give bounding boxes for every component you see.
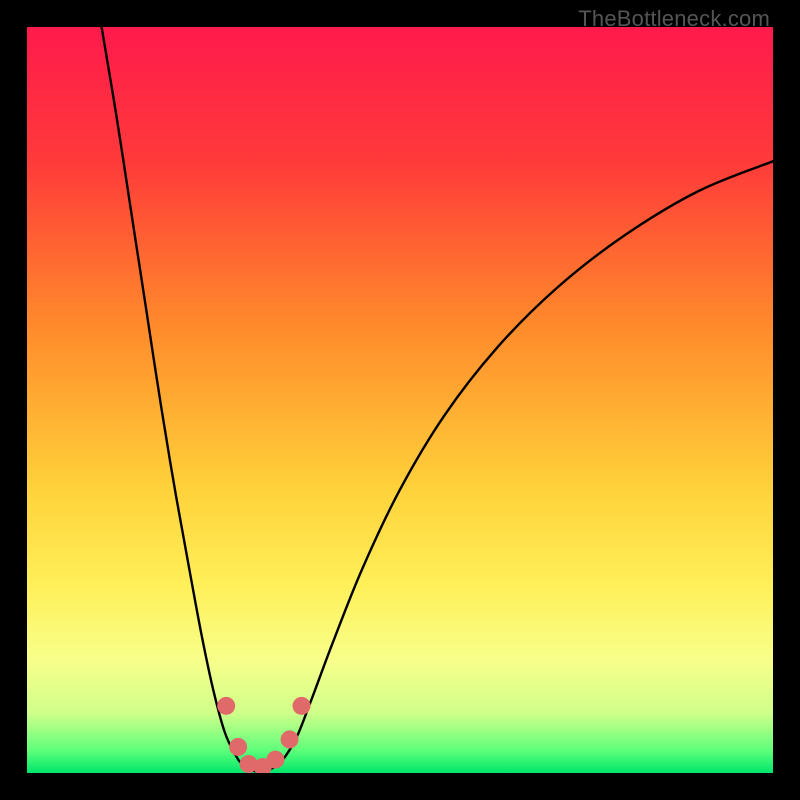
watermark-text: TheBottleneck.com (578, 6, 770, 32)
curve-marker (281, 730, 299, 748)
gradient-background (27, 27, 773, 773)
curve-marker (217, 697, 235, 715)
curve-marker (293, 697, 311, 715)
chart-frame (27, 27, 773, 773)
curve-marker (266, 751, 284, 769)
curve-marker (229, 738, 247, 756)
bottleneck-curve-chart (27, 27, 773, 773)
